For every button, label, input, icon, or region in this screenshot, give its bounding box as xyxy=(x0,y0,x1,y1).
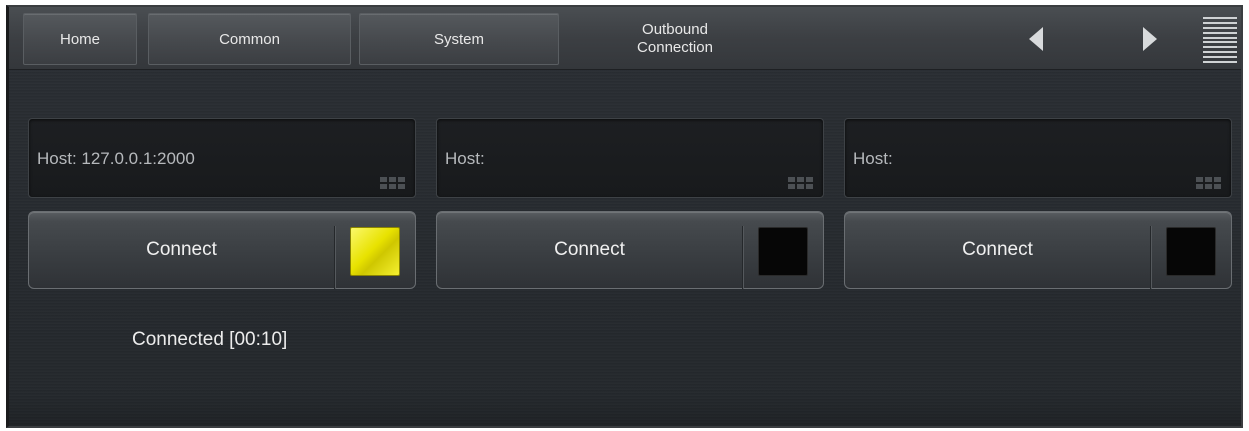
host-field-3[interactable]: Host: xyxy=(844,118,1232,198)
app-window: Home Common System Outbound Connection H… xyxy=(6,5,1243,428)
connect-button-2-label: Connect xyxy=(554,239,625,260)
connect-button-3-label: Connect xyxy=(962,239,1033,260)
host-field-2[interactable]: Host: xyxy=(436,118,824,198)
top-nav-bar: Home Common System Outbound Connection xyxy=(9,7,1241,70)
triangle-right-icon xyxy=(1143,27,1157,51)
nav-common-button[interactable]: Common xyxy=(148,13,351,65)
host-field-3-text: Host: xyxy=(853,149,893,168)
bottom-shade xyxy=(9,396,1241,426)
connect-button-1[interactable]: Connect xyxy=(28,211,416,289)
back-button[interactable] xyxy=(1021,21,1051,57)
nav-system-button[interactable]: System xyxy=(359,13,559,65)
keyboard-icon xyxy=(788,177,813,189)
current-page-title: Outbound Connection xyxy=(575,13,775,65)
connection-indicator-2 xyxy=(758,227,808,276)
triangle-left-icon xyxy=(1029,27,1043,51)
divider xyxy=(1150,226,1151,289)
host-field-2-text: Host: xyxy=(445,149,485,168)
forward-button[interactable] xyxy=(1135,21,1165,57)
hamburger-menu-icon[interactable] xyxy=(1203,15,1237,65)
divider xyxy=(334,226,335,289)
connect-button-2[interactable]: Connect xyxy=(436,211,824,289)
connection-status-text: Connected [00:10] xyxy=(132,329,288,350)
keyboard-icon xyxy=(380,177,405,189)
keyboard-icon xyxy=(1196,177,1221,189)
connection-indicator-3 xyxy=(1166,227,1216,276)
divider xyxy=(742,226,743,289)
connect-button-1-label: Connect xyxy=(146,239,217,260)
connection-indicator-1 xyxy=(350,227,400,276)
connect-button-3[interactable]: Connect xyxy=(844,211,1232,289)
current-page-title-line2: Connection xyxy=(637,39,713,56)
nav-home-button[interactable]: Home xyxy=(23,13,137,65)
host-field-1[interactable]: Host: 127.0.0.1:2000 xyxy=(28,118,416,198)
host-field-1-text: Host: 127.0.0.1:2000 xyxy=(37,149,195,168)
current-page-title-line1: Outbound xyxy=(642,21,708,38)
